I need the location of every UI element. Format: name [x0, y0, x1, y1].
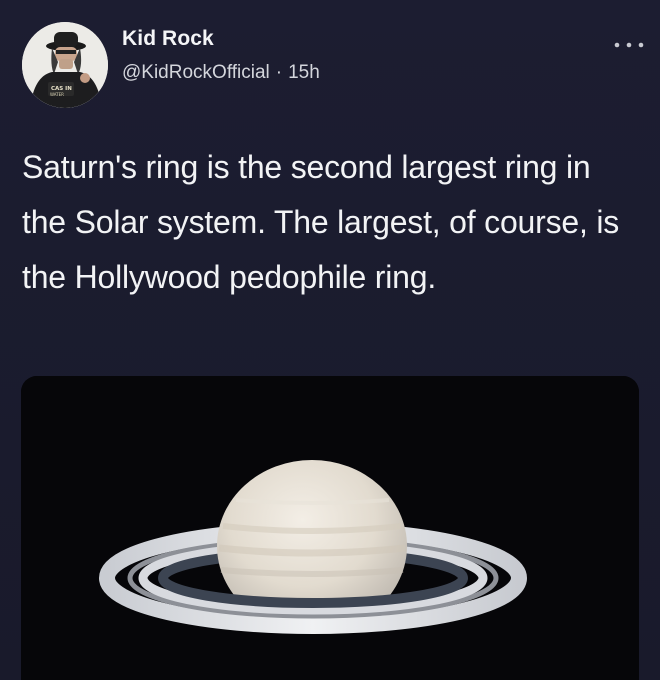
user-avatar-icon[interactable]: CAS IN WATER — [22, 22, 108, 108]
tweet-timestamp[interactable]: 15h — [288, 62, 320, 83]
avatar-image: CAS IN WATER — [22, 22, 108, 108]
tweet-text: Saturn's ring is the second largest ring… — [22, 149, 620, 295]
saturn-image — [21, 376, 639, 680]
saturn-photo[interactable] — [21, 376, 639, 680]
svg-text:WATER: WATER — [50, 92, 64, 97]
more-options-icon[interactable] — [612, 34, 646, 64]
tweet-card: CAS IN WATER Kid Rock @KidRockOfficial · 1… — [0, 0, 660, 680]
meta-separator: · — [275, 62, 283, 83]
author-meta: @KidRockOfficial · 15h — [122, 62, 320, 84]
author-handle[interactable]: @KidRockOfficial — [122, 62, 270, 83]
more-dots-icon — [614, 42, 644, 48]
author-display-name[interactable]: Kid Rock — [122, 27, 214, 51]
